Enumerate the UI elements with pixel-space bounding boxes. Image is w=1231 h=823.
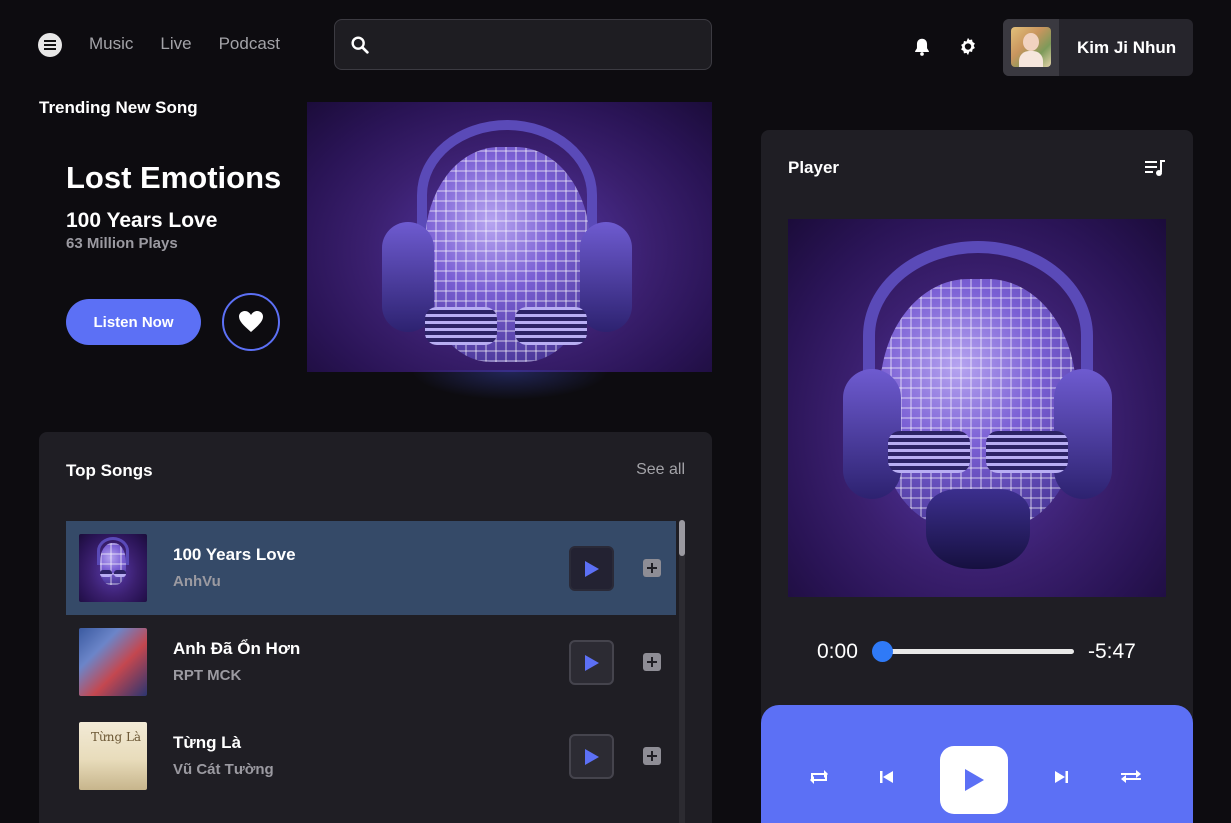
see-all-link[interactable]: See all (636, 461, 685, 479)
song-artist: Vũ Cát Tường (173, 761, 274, 778)
song-row[interactable]: 100 Years Love AnhVu (66, 521, 676, 615)
nav-podcast[interactable]: Podcast (219, 34, 280, 54)
previous-icon (880, 771, 893, 783)
play-song-button[interactable] (569, 546, 614, 591)
scrollbar-thumb[interactable] (679, 520, 685, 556)
favorite-button[interactable] (222, 293, 280, 351)
song-title: Từng Là (173, 733, 242, 752)
search-icon (351, 36, 369, 54)
progress-track[interactable] (882, 649, 1074, 654)
play-icon (584, 560, 599, 577)
trending-song: 100 Years Love (66, 209, 218, 232)
song-artist: RPT MCK (173, 667, 242, 684)
trending-title: Lost Emotions (66, 160, 282, 195)
search-bar[interactable] (334, 19, 712, 70)
song-artist: AnhVu (173, 573, 221, 590)
add-icon (647, 657, 657, 667)
menu-button[interactable] (38, 33, 62, 57)
shuffle-button[interactable] (1118, 764, 1144, 790)
play-icon (965, 769, 984, 791)
add-to-playlist-button[interactable] (643, 653, 661, 671)
player-cover-art (788, 219, 1166, 597)
shuffle-icon (1121, 770, 1141, 783)
player-title: Player (788, 158, 840, 177)
remaining-time: -5:47 (1088, 640, 1136, 663)
menu-icon (44, 40, 56, 50)
song-row[interactable]: Từng Là Vũ Cát Tường (66, 709, 676, 803)
heart-icon (239, 311, 263, 332)
song-thumbnail (79, 534, 147, 602)
trending-plays: 63 Million Plays (66, 235, 178, 252)
next-icon (1055, 771, 1068, 783)
play-icon (584, 748, 599, 765)
repeat-button[interactable] (806, 764, 832, 790)
top-songs-title: Top Songs (66, 461, 153, 480)
add-icon (647, 563, 657, 573)
play-song-button[interactable] (569, 734, 614, 779)
play-song-button[interactable] (569, 640, 614, 685)
top-songs-panel: Top Songs See all 100 Years Love AnhVu A… (39, 432, 712, 823)
search-input[interactable] (383, 30, 693, 60)
gear-icon[interactable] (957, 36, 979, 58)
song-thumbnail (79, 628, 147, 696)
avatar-container (1003, 19, 1059, 76)
play-icon (584, 654, 599, 671)
previous-button[interactable] (873, 764, 899, 790)
scrollbar-track[interactable] (679, 520, 685, 823)
player-controls (761, 705, 1193, 823)
song-title: Anh Đã Ổn Hơn (173, 639, 301, 658)
avatar (1011, 27, 1051, 67)
add-to-playlist-button[interactable] (643, 747, 661, 765)
song-thumbnail (79, 722, 147, 790)
nav-live[interactable]: Live (160, 34, 191, 54)
bell-icon[interactable] (911, 36, 933, 58)
trending-label: Trending New Song (39, 98, 198, 117)
main-nav: Music Live Podcast (89, 34, 280, 54)
nav-music[interactable]: Music (89, 34, 133, 54)
play-pause-button[interactable] (940, 746, 1008, 814)
user-profile[interactable]: Kim Ji Nhun (1003, 19, 1193, 76)
cover-glow (410, 370, 610, 400)
listen-now-button[interactable]: Listen Now (66, 299, 201, 345)
next-button[interactable] (1049, 764, 1075, 790)
progress-slider[interactable] (872, 641, 893, 662)
current-time: 0:00 (817, 640, 858, 663)
song-title: 100 Years Love (173, 545, 296, 564)
queue-icon[interactable] (1144, 158, 1166, 178)
add-to-playlist-button[interactable] (643, 559, 661, 577)
user-name: Kim Ji Nhun (1077, 38, 1177, 57)
song-row[interactable]: Anh Đã Ổn Hơn RPT MCK (66, 615, 676, 709)
add-icon (647, 751, 657, 761)
trending-cover-art (307, 102, 712, 372)
repeat-icon (810, 770, 828, 784)
